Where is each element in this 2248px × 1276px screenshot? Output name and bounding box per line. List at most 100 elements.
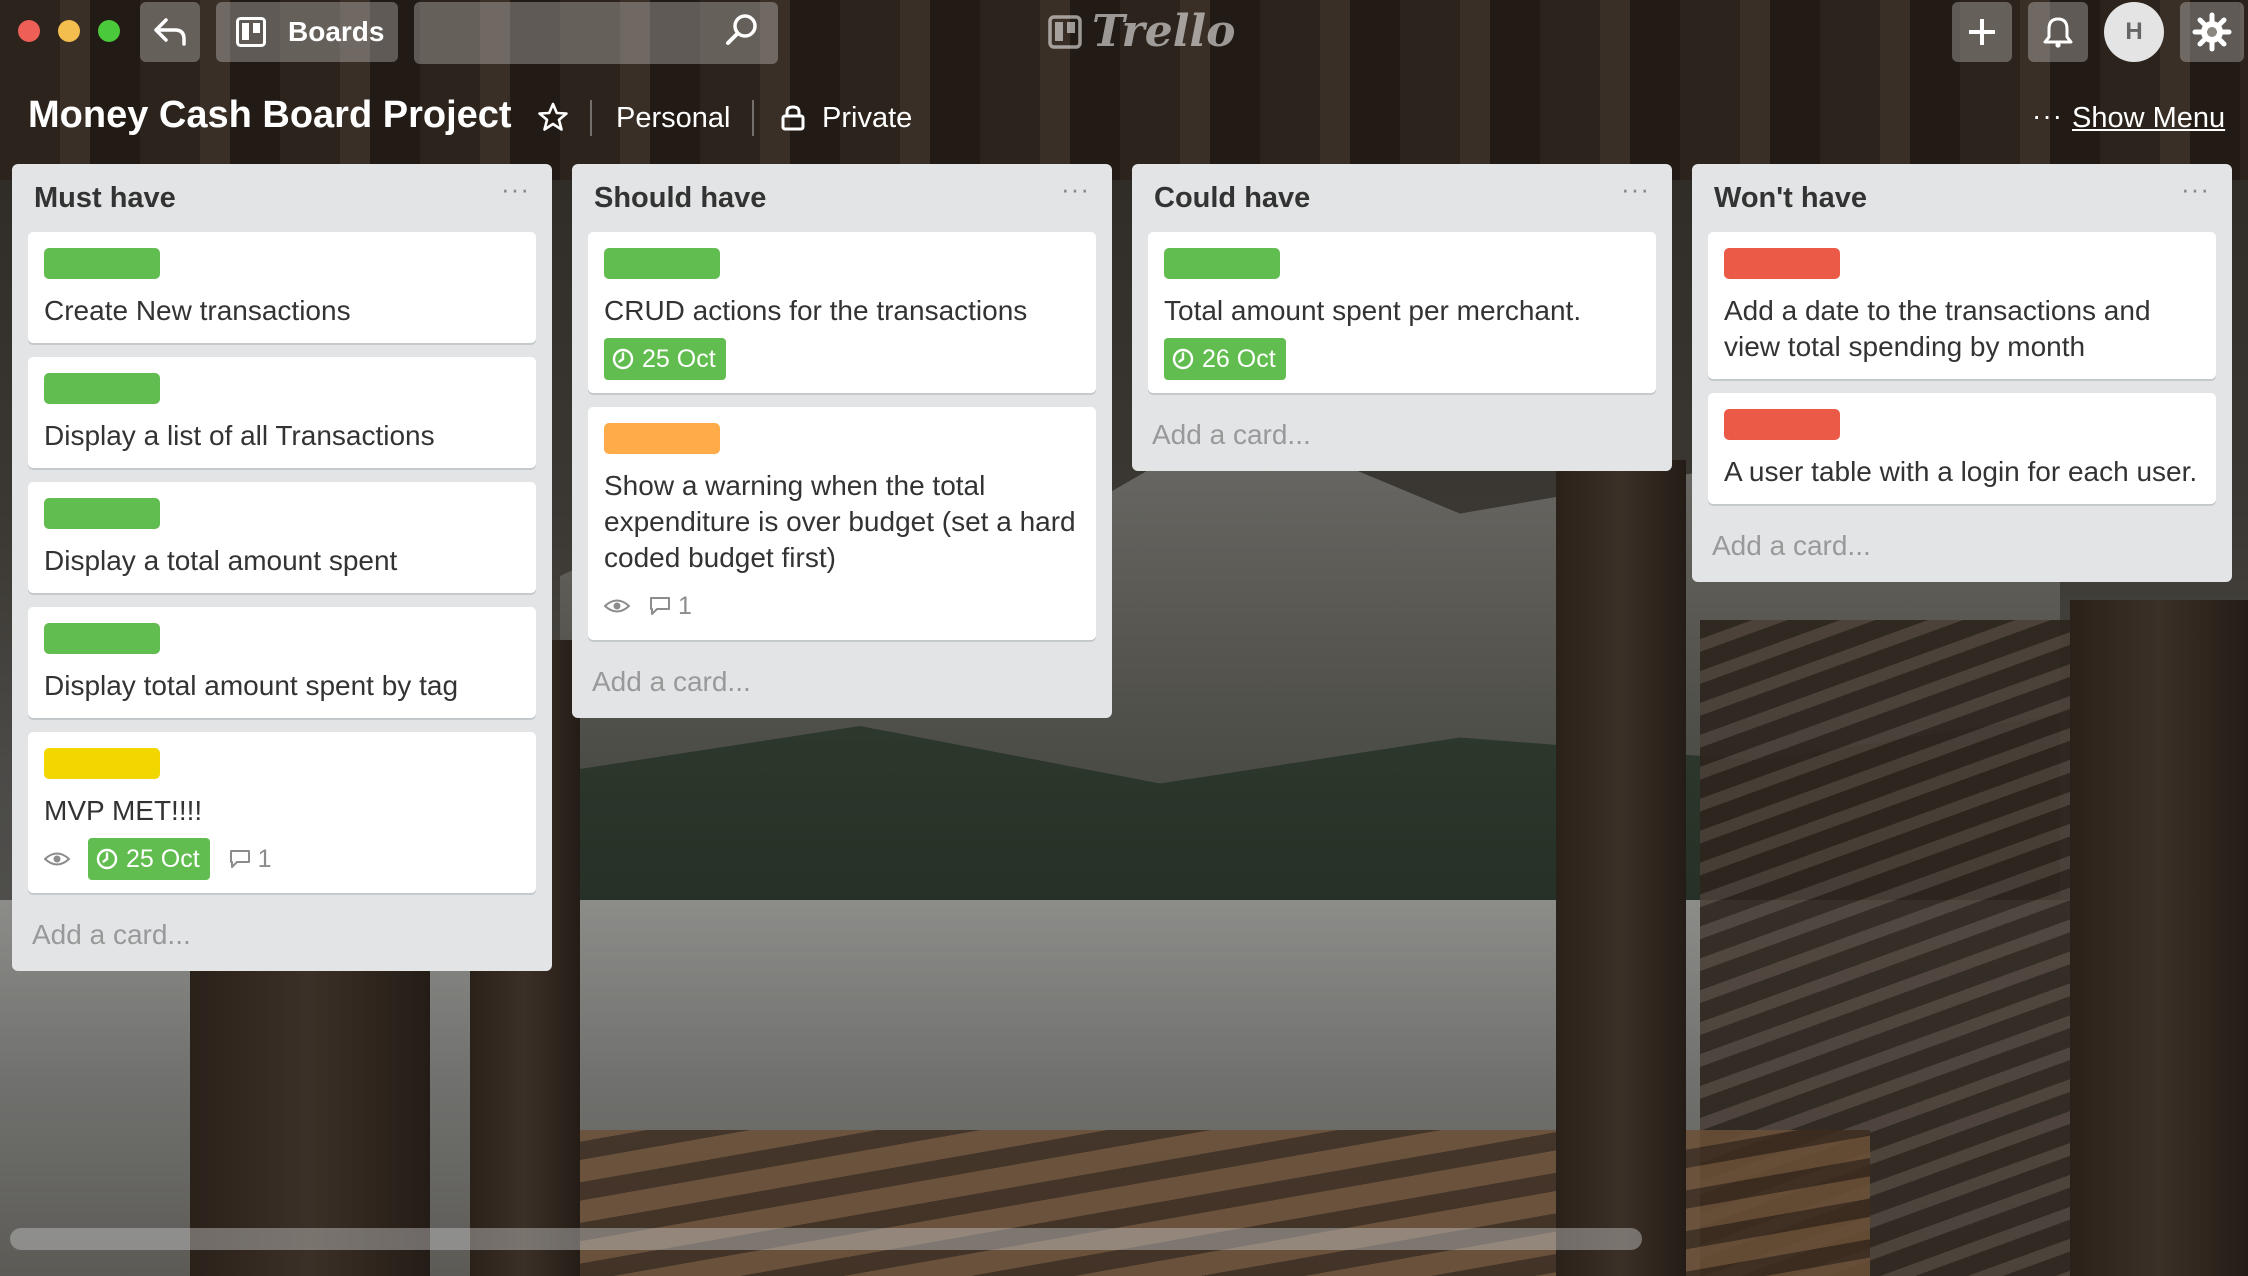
card[interactable]: Display total amount spent by tag (28, 607, 536, 718)
top-bar: Boards Trello H (0, 0, 2248, 64)
due-date-badge[interactable]: 25 Oct (604, 338, 726, 380)
header-divider (590, 100, 592, 136)
due-date-badge[interactable]: 26 Oct (1164, 338, 1286, 380)
watch-eye-icon (44, 850, 70, 868)
card-title: Add a date to the transactions and view … (1724, 295, 2151, 362)
list-menu-icon[interactable]: ··· (501, 174, 530, 205)
card-label-green[interactable] (44, 373, 160, 404)
card-label-green[interactable] (1164, 248, 1280, 279)
watch-eye-icon (604, 597, 630, 615)
add-card-link[interactable]: Add a card... (1692, 518, 2232, 582)
bell-icon (2043, 17, 2073, 48)
list-should-have: Should have ··· CRUD actions for the tra… (572, 164, 1112, 718)
card-label-red[interactable] (1724, 409, 1840, 440)
card-label-yellow[interactable] (44, 748, 160, 779)
comment-icon (648, 595, 672, 617)
back-arrow-icon (154, 18, 186, 46)
list-header: Must have ··· (12, 164, 552, 232)
card[interactable]: Show a warning when the total expenditur… (588, 407, 1096, 640)
card-badges: 25 Oct 1 (44, 838, 520, 880)
logo-text: Trello (1092, 6, 1236, 57)
card[interactable]: Create New transactions (28, 232, 536, 343)
clock-icon (96, 848, 118, 870)
trello-logo-icon (1048, 14, 1082, 49)
privacy-button[interactable]: Private (822, 102, 912, 135)
card-badges: 1 (604, 586, 1080, 626)
add-card-link[interactable]: Add a card... (1132, 407, 1672, 471)
card-label-orange[interactable] (604, 423, 720, 454)
clock-icon (612, 348, 634, 370)
list-menu-icon[interactable]: ··· (1061, 174, 1090, 205)
card-title: CRUD actions for the transactions (604, 295, 1028, 326)
card[interactable]: A user table with a login for each user. (1708, 393, 2216, 504)
comment-count: 1 (678, 591, 692, 620)
list-title[interactable]: Should have (594, 182, 766, 215)
card[interactable]: Display a list of all Transactions (28, 357, 536, 468)
list-header: Should have ··· (572, 164, 1112, 232)
add-card-link[interactable]: Add a card... (572, 654, 1112, 718)
list-must-have: Must have ··· Create New transactions Di… (12, 164, 552, 971)
list-header: Won't have ··· (1692, 164, 2232, 232)
notifications-button[interactable] (2028, 2, 2088, 62)
comment-count: 1 (257, 844, 272, 873)
list-menu-icon[interactable]: ··· (2181, 174, 2210, 205)
add-button[interactable] (1952, 2, 2012, 62)
card-label-green[interactable] (44, 248, 160, 279)
due-date-label: 25 Oct (642, 344, 716, 373)
avatar-initial: H (2125, 18, 2143, 45)
card-label-green[interactable] (44, 498, 160, 529)
search-icon[interactable] (724, 12, 760, 48)
header-divider (752, 100, 754, 136)
plus-icon (1969, 19, 1995, 45)
settings-button[interactable] (2180, 2, 2244, 62)
card-badges: 25 Oct (604, 338, 1080, 380)
card-title: MVP MET!!!! (44, 795, 203, 826)
card-title: Show a warning when the total expenditur… (604, 470, 1076, 573)
card-title: Display a total amount spent (44, 545, 398, 576)
board-header: Money Cash Board Project Personal Privat… (0, 88, 2248, 148)
window-close-button[interactable] (18, 20, 40, 42)
boards-button[interactable]: Boards (216, 2, 398, 62)
team-button[interactable]: Personal (616, 102, 730, 135)
star-icon[interactable] (538, 102, 568, 132)
list-title[interactable]: Must have (34, 182, 176, 215)
window-minimize-button[interactable] (58, 20, 80, 42)
boards-label: Boards (288, 16, 385, 47)
trello-logo[interactable]: Trello (1048, 6, 1236, 57)
lock-icon[interactable] (780, 104, 806, 132)
list-wont-have: Won't have ··· Add a date to the transac… (1692, 164, 2232, 582)
card[interactable]: Add a date to the transactions and view … (1708, 232, 2216, 379)
card-title: Display total amount spent by tag (44, 670, 459, 701)
card[interactable]: MVP MET!!!! 25 Oct 1 (28, 732, 536, 893)
card-label-red[interactable] (1724, 248, 1840, 279)
card[interactable]: CRUD actions for the transactions 25 Oct (588, 232, 1096, 393)
list-could-have: Could have ··· Total amount spent per me… (1132, 164, 1672, 471)
back-button[interactable] (140, 2, 200, 62)
card-badges: 26 Oct (1164, 338, 1640, 380)
window-maximize-button[interactable] (98, 20, 120, 42)
card-title: Total amount spent per merchant. (1164, 295, 1582, 326)
card-title: A user table with a login for each user. (1724, 456, 2198, 487)
list-title[interactable]: Could have (1154, 182, 1310, 215)
due-date-badge[interactable]: 25 Oct (88, 838, 210, 880)
user-avatar[interactable]: H (2104, 2, 2164, 62)
list-menu-icon[interactable]: ··· (1621, 174, 1650, 205)
show-menu-link[interactable]: Show Menu (2072, 102, 2225, 135)
boards-icon (236, 17, 266, 47)
card[interactable]: Total amount spent per merchant. 26 Oct (1148, 232, 1656, 393)
add-card-link[interactable]: Add a card... (12, 907, 552, 971)
card-label-green[interactable] (44, 623, 160, 654)
menu-dots-icon[interactable]: ··· (2032, 100, 2063, 132)
list-title[interactable]: Won't have (1714, 182, 1867, 215)
due-date-label: 25 Oct (126, 844, 200, 873)
board-title[interactable]: Money Cash Board Project (28, 94, 512, 137)
due-date-label: 26 Oct (1202, 344, 1276, 373)
card-label-green[interactable] (604, 248, 720, 279)
comment-icon (228, 848, 252, 870)
horizontal-scrollbar[interactable] (10, 1228, 1642, 1250)
clock-icon (1172, 348, 1194, 370)
card-title: Create New transactions (44, 295, 351, 326)
list-header: Could have ··· (1132, 164, 1672, 232)
card[interactable]: Display a total amount spent (28, 482, 536, 593)
card-title: Display a list of all Transactions (44, 420, 435, 451)
